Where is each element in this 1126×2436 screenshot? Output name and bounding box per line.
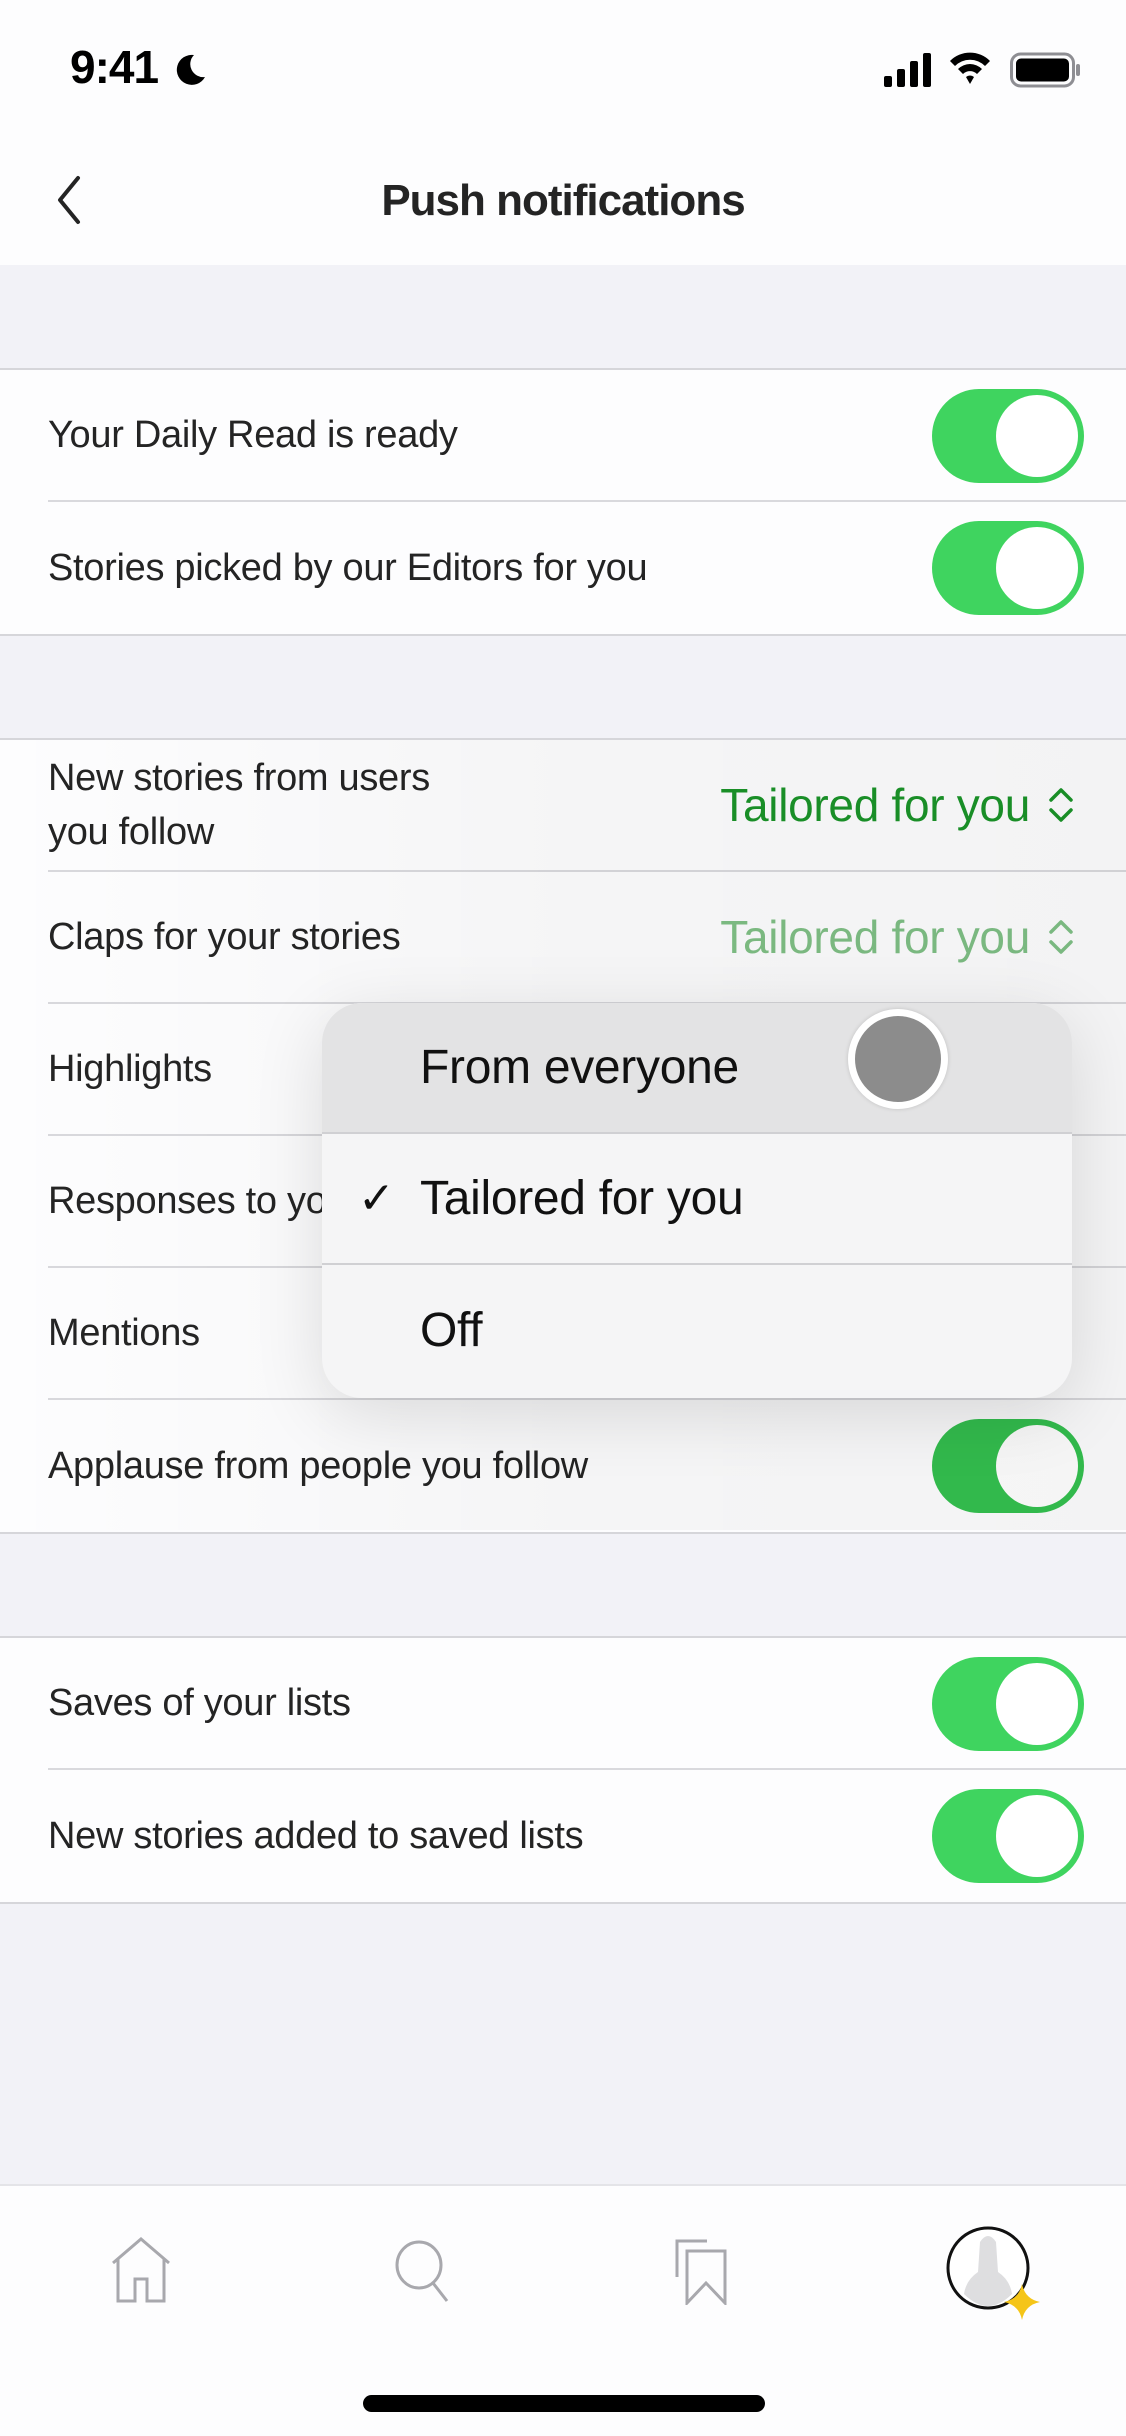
toggle-knob [996, 1425, 1078, 1507]
settings-row: Saves of your lists [48, 1638, 1126, 1770]
row-label: Claps for your stories [48, 916, 401, 958]
settings-row: Claps for your stories Tailored for you [48, 872, 1126, 1004]
row-label: Applause from people you follow [48, 1445, 588, 1487]
menu-option-from-everyone[interactable]: From everyone [322, 1003, 1072, 1134]
toggle-knob [996, 395, 1078, 477]
battery-icon [1010, 52, 1080, 88]
chevron-up-down-icon [1049, 920, 1073, 954]
editors-picks-toggle[interactable] [932, 521, 1084, 615]
menu-option-label: Tailored for you [420, 1172, 744, 1225]
daily-read-toggle[interactable] [932, 389, 1084, 483]
settings-row: Stories picked by our Editors for you [48, 502, 1126, 634]
picker-value: Tailored for you [720, 779, 1030, 831]
menu-option-label: Off [420, 1304, 483, 1357]
bookmarks-icon [675, 2239, 727, 2305]
row-label: New stories from users you follow [48, 757, 430, 853]
cellular-signal-icon [884, 53, 931, 87]
menu-option-off[interactable]: Off [322, 1265, 1072, 1396]
tab-library[interactable] [656, 2226, 746, 2316]
toggle-knob [996, 1795, 1078, 1877]
nav-bar: Push notifications [0, 140, 1126, 265]
picker-value: Tailored for you [720, 911, 1030, 963]
menu-option-label: From everyone [420, 1041, 739, 1094]
settings-row: Applause from people you follow [48, 1400, 1126, 1532]
settings-group-lists: Saves of your lists New stories added to… [0, 1636, 1126, 1904]
new-stories-picker[interactable]: Tailored for you [720, 740, 1076, 870]
toggle-knob [996, 1663, 1078, 1745]
tab-profile[interactable] [940, 2222, 1040, 2322]
tab-home[interactable] [96, 2226, 186, 2316]
menu-option-tailored[interactable]: ✓ Tailored for you [322, 1134, 1072, 1265]
row-label: Highlights [48, 1048, 212, 1090]
home-icon [112, 2237, 170, 2303]
row-label: New stories added to saved lists [48, 1815, 584, 1857]
settings-row: New stories added to saved lists [48, 1770, 1126, 1902]
sparkle-star-icon [1004, 2284, 1040, 2320]
saved-lists-toggle[interactable] [932, 1789, 1084, 1883]
settings-row: New stories from users you follow Tailor… [48, 740, 1126, 872]
row-label: Your Daily Read is ready [48, 414, 458, 456]
claps-picker[interactable]: Tailored for you [720, 872, 1076, 1002]
chevron-up-down-icon [1049, 788, 1073, 822]
status-bar: 9:41 [0, 0, 1126, 140]
dropdown-menu: From everyone ✓ Tailored for you Off [322, 1003, 1072, 1398]
moon-icon [176, 54, 205, 85]
page-title: Push notifications [381, 176, 745, 225]
row-label: Mentions [48, 1312, 200, 1354]
search-icon [395, 2240, 449, 2302]
toggle-knob [996, 527, 1078, 609]
row-label: Saves of your lists [48, 1682, 351, 1724]
row-label: Stories picked by our Editors for you [48, 547, 648, 589]
applause-toggle[interactable] [932, 1419, 1084, 1513]
settings-row: Your Daily Read is ready [48, 370, 1126, 502]
status-time: 9:41 [70, 41, 159, 93]
home-indicator[interactable] [363, 2395, 765, 2412]
tab-search[interactable] [378, 2226, 468, 2316]
list-saves-toggle[interactable] [932, 1657, 1084, 1751]
checkmark-icon: ✓ [358, 1174, 395, 1223]
wifi-icon [950, 52, 990, 84]
settings-group-daily: Your Daily Read is ready Stories picked … [0, 368, 1126, 636]
